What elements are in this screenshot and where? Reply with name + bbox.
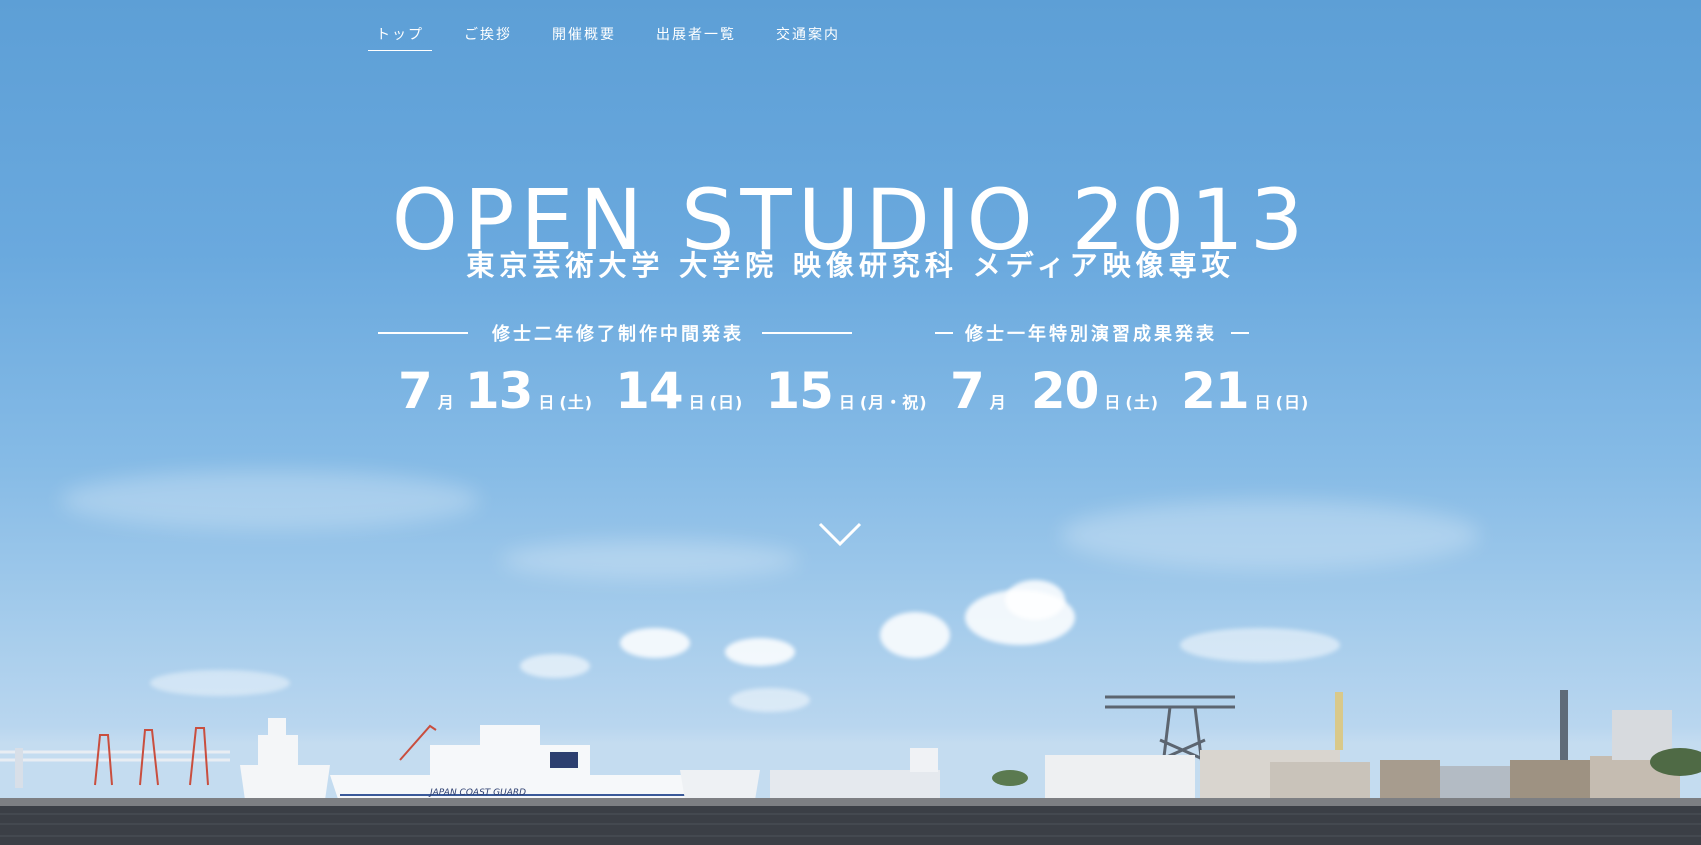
nav-item-overview[interactable]: 開催概要 <box>544 24 624 51</box>
main-nav: トップ ご挨拶 開催概要 出展者一覧 交通案内 <box>368 24 848 51</box>
event2-day: 20 <box>1030 362 1100 420</box>
event1-heading: 修士二年修了制作中間発表 <box>378 320 852 346</box>
event1-day-unit: 日 <box>838 393 856 412</box>
nav-item-access[interactable]: 交通案内 <box>768 24 848 51</box>
event1-day: 13 <box>464 362 534 420</box>
event1-label: 修士二年修了制作中間発表 <box>492 324 744 345</box>
chevron-down-icon <box>818 522 862 547</box>
event2-label: 修士一年特別演習成果発表 <box>965 324 1217 345</box>
event1-weekday: (月・祝) <box>859 393 928 412</box>
divider <box>935 332 953 334</box>
event1-day: 14 <box>615 362 684 420</box>
event2-month: 7 <box>950 362 985 420</box>
event2-heading: 修士一年特別演習成果発表 <box>935 320 1249 346</box>
event2-day-unit: 日 <box>1254 393 1272 412</box>
event2-weekday: (土) <box>1125 393 1160 412</box>
divider <box>378 332 468 334</box>
nav-item-greeting[interactable]: ご挨拶 <box>456 24 520 51</box>
event1-weekday: (土) <box>559 393 594 412</box>
event2-day-unit: 日 <box>1104 393 1122 412</box>
event1-month-unit: 月 <box>437 393 455 412</box>
event2-dates: 7 月 20 日 (土) 21 日 (日) <box>950 362 1309 420</box>
page-subtitle: 東京芸術大学 大学院 映像研究科 メディア映像専攻 <box>466 249 1235 282</box>
event1-day: 15 <box>765 362 834 420</box>
event1-dates: 7 月 13 日 (土) 14 日 (日) 15 日 (月・祝) <box>398 362 928 420</box>
scroll-down-button[interactable] <box>818 520 862 550</box>
divider <box>1231 332 1249 334</box>
event1-weekday: (日) <box>709 393 744 412</box>
event2-month-unit: 月 <box>989 393 1007 412</box>
nav-item-top[interactable]: トップ <box>368 24 432 51</box>
event2-day: 21 <box>1181 362 1250 420</box>
event1-month: 7 <box>398 362 433 420</box>
divider <box>762 332 852 334</box>
ship-name-text: JAPAN COAST GUARD <box>428 788 526 798</box>
event2-weekday: (日) <box>1275 393 1310 412</box>
event1-day-unit: 日 <box>688 393 706 412</box>
harbor-photo: JAPAN COAST GUARD <box>0 690 1701 845</box>
event1-day-unit: 日 <box>538 393 556 412</box>
nav-item-exhibitors[interactable]: 出展者一覧 <box>648 24 744 51</box>
